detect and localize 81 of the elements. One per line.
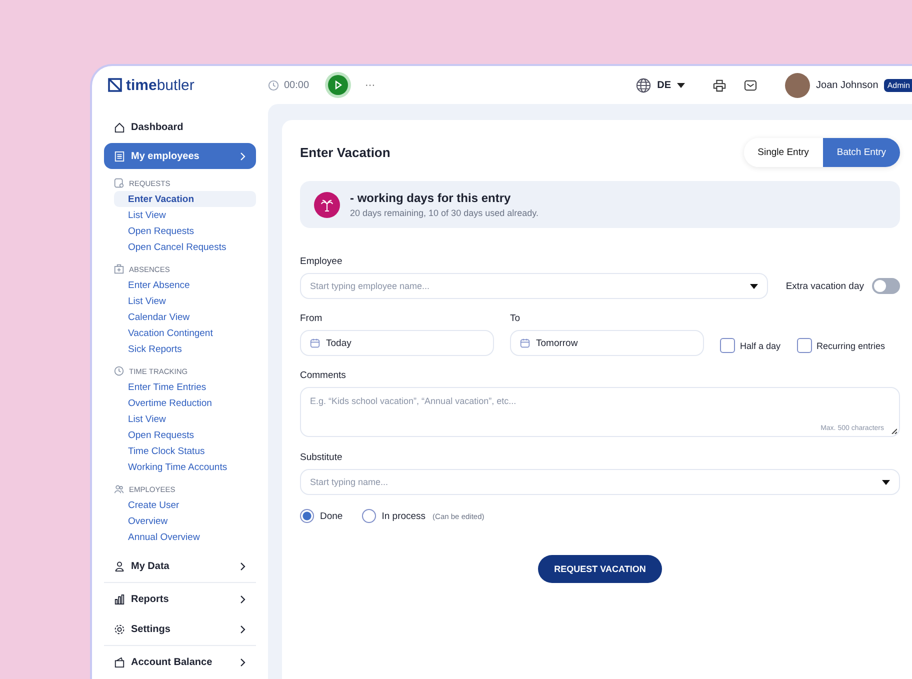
submenu-link[interactable]: Vacation Contingent (114, 325, 256, 341)
chevron-icon (240, 658, 246, 666)
extra-vacation-toggle[interactable] (872, 278, 900, 294)
request-vacation-button[interactable]: REQUEST VACATION (538, 555, 662, 583)
submenu-link[interactable]: Enter Vacation (114, 191, 256, 207)
submenu-link[interactable]: Time Clock Status (114, 443, 256, 459)
submenu-link[interactable]: Open Requests (114, 223, 256, 239)
play-icon (333, 80, 344, 90)
calendar-icon (520, 338, 530, 348)
substitute-select[interactable]: Start typing name... (300, 469, 900, 495)
nav-item[interactable]: My employees (104, 143, 256, 169)
date-field[interactable]: Tomorrow (510, 330, 704, 356)
chevron-icon (240, 624, 246, 634)
summary-headline: - working days for this entry (350, 191, 512, 205)
dropdown-caret-icon[interactable] (750, 284, 758, 289)
field-label: Comments (300, 370, 347, 381)
clock-icon (114, 366, 124, 376)
resize-handle-icon[interactable] (891, 428, 897, 434)
avatar[interactable] (785, 72, 810, 98)
wallet-icon (114, 656, 125, 668)
summary-detail: 20 days remaining, 10 of 30 days used already. (350, 208, 538, 218)
user-name: Joan Johnson (816, 80, 878, 90)
person-icon (114, 560, 125, 572)
submenu-link[interactable]: List View (114, 411, 256, 427)
submenu-link[interactable]: Enter Absence (114, 277, 256, 293)
submenu-link[interactable]: Overview (114, 513, 256, 529)
checkbox-option[interactable]: Half a day (720, 338, 781, 356)
people-icon (114, 484, 124, 494)
status-radio[interactable]: Done (300, 509, 343, 523)
globe-icon[interactable] (636, 78, 652, 92)
submenu-link[interactable]: Open Cancel Requests (114, 239, 256, 255)
field-label: Employee (300, 256, 344, 267)
calendar-icon (310, 338, 320, 348)
checkbox-option[interactable]: Recurring entries (796, 338, 886, 356)
field-label: Substitute (300, 452, 344, 463)
nav-item[interactable]: Settings (104, 616, 256, 642)
submenu-link[interactable]: Enter Time Entries (114, 379, 256, 395)
settings-icon (114, 624, 125, 634)
briefcase-icon (114, 264, 124, 274)
submenu-link[interactable]: Overtime Reduction (114, 395, 256, 411)
field-label: From (300, 313, 324, 324)
role-badge: Admin (884, 78, 912, 92)
submenu-link[interactable]: Annual Overview (114, 529, 256, 545)
mail-icon[interactable] (744, 80, 758, 90)
clock-icon (268, 80, 279, 90)
chevron-icon (240, 562, 246, 570)
submenu-link[interactable]: Working Time Accounts (114, 459, 256, 475)
document-icon (114, 178, 124, 188)
submenu-link[interactable]: List View (114, 293, 256, 309)
printer-icon[interactable] (713, 78, 726, 92)
mode-tab[interactable]: Batch Entry (822, 138, 900, 167)
chevron-icon (240, 594, 246, 604)
bar-chart-icon (114, 594, 125, 604)
nav-item[interactable]: Account Balance (104, 645, 256, 676)
date-field[interactable]: Today (300, 330, 494, 356)
submenu-link[interactable]: List View (114, 207, 256, 223)
timer-text: 00:00 (284, 80, 310, 90)
submenu-link[interactable]: Open Requests (114, 427, 256, 443)
logo-icon (108, 78, 122, 92)
nav-item[interactable]: My Data (104, 553, 256, 579)
language-selector[interactable]: DE (657, 80, 672, 90)
employee-select[interactable]: Start typing employee name... (300, 273, 768, 299)
dropdown-caret-icon[interactable] (882, 480, 890, 485)
more-button[interactable]: ··· (365, 80, 376, 90)
play-button[interactable] (328, 75, 348, 95)
nav-item[interactable]: Reports (104, 582, 256, 613)
page-title: Enter Vacation (300, 145, 390, 160)
toggle-label: Extra vacation day (786, 280, 864, 292)
submenu-link[interactable]: Calendar View (114, 309, 256, 325)
palm-tree-icon (314, 192, 340, 218)
logo-text: timebutler (126, 76, 194, 94)
chevron-icon (240, 152, 246, 160)
status-radio[interactable]: In process (362, 509, 426, 523)
home-icon (114, 122, 125, 132)
list-icon (114, 150, 125, 162)
submenu-link[interactable]: Create User (114, 497, 256, 513)
submenu-link[interactable]: Sick Reports (114, 341, 256, 357)
nav-item[interactable]: Dashboard (104, 114, 256, 140)
caret-icon[interactable] (677, 82, 686, 88)
field-label: To (510, 313, 522, 324)
mode-tab[interactable]: Single Entry (744, 138, 823, 167)
